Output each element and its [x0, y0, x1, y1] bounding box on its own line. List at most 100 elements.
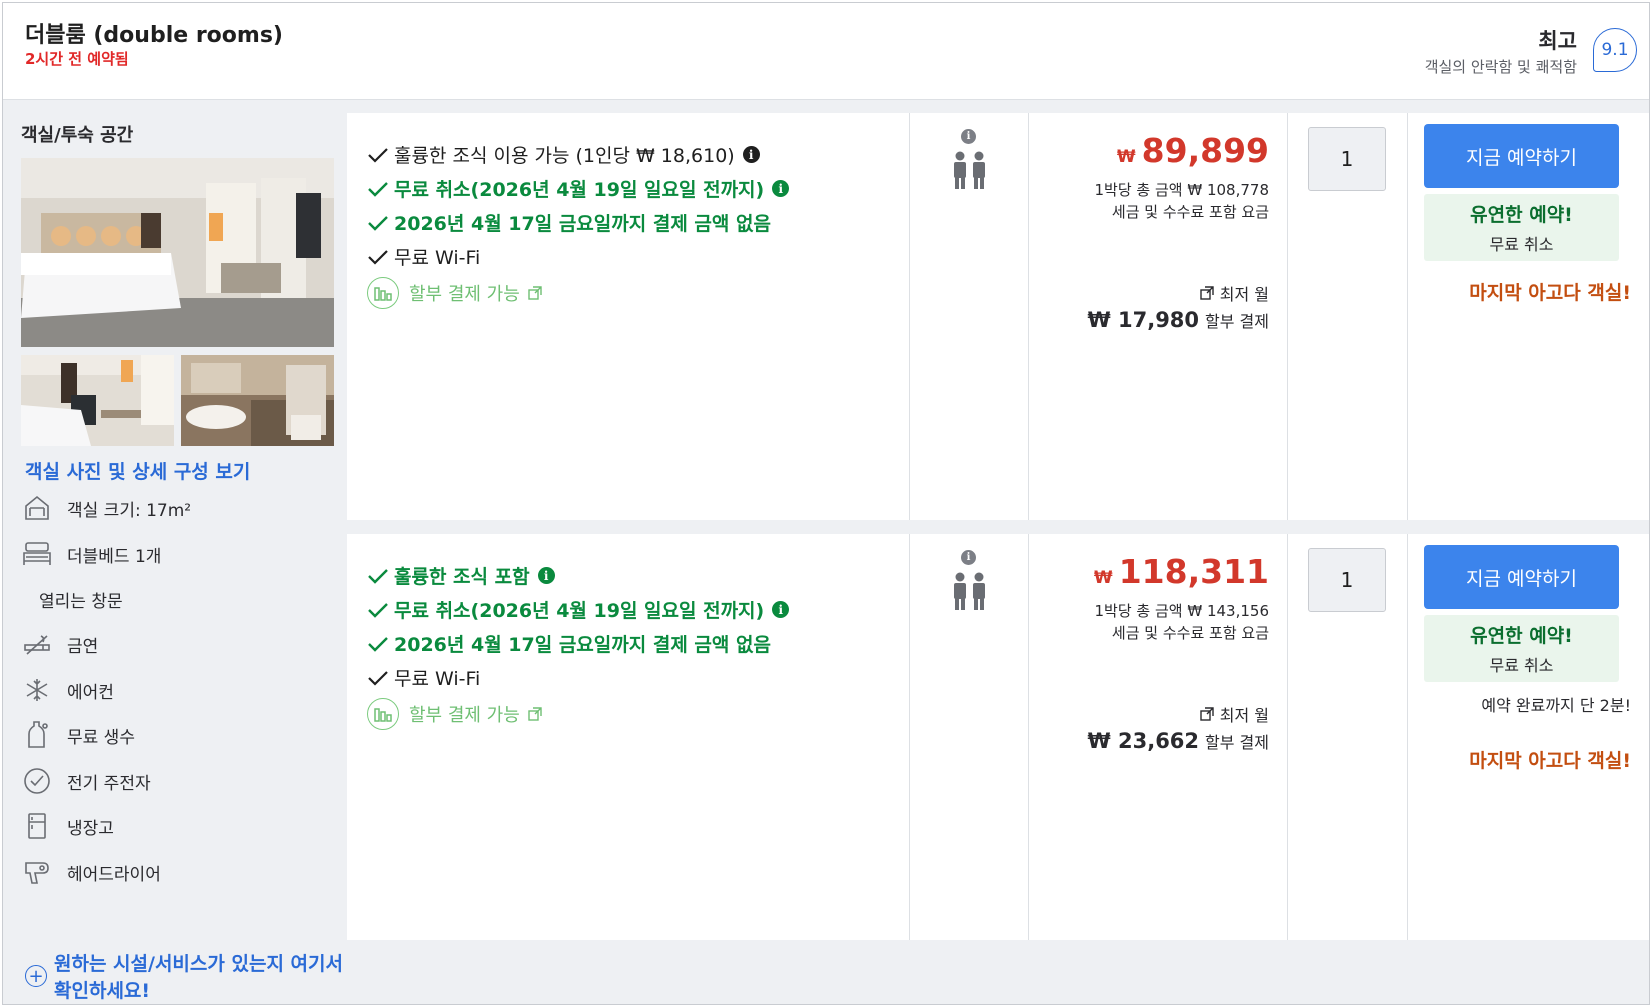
info-icon[interactable]: i — [772, 601, 790, 618]
room-quantity-select[interactable]: 1 — [1308, 127, 1386, 191]
booking-cell: 지금 예약하기 유연한 예약! 무료 취소 마지막 아고다 객실! — [1408, 113, 1649, 520]
feature-pay-later: 2026년 4월 17일 금요일까지 결제 금액 없음 — [367, 630, 771, 657]
price-amount: 89,899 — [1141, 131, 1269, 170]
total-price-line: 1박당 총 금액 ₩ 143,156 — [1094, 602, 1269, 620]
booking-cell: 지금 예약하기 유연한 예약! 무료 취소 예약 완료까지 단 2분! 마지막 … — [1408, 534, 1649, 940]
tax-note: 세금 및 수수료 포함 요금 — [1111, 203, 1269, 221]
check-icon — [368, 602, 388, 618]
feature-breakfast: 훌륭한 조식 이용 가능 (1인당 ₩ 18,610) i — [367, 141, 760, 168]
bed-icon — [21, 539, 53, 569]
feature-wifi: 무료 Wi-Fi — [367, 664, 480, 691]
external-link-icon — [1200, 707, 1214, 721]
external-link-icon — [528, 707, 542, 721]
feature-pay-later: 2026년 4월 17일 금요일까지 결제 금액 없음 — [367, 209, 771, 236]
feature-text: 무료 Wi-Fi — [394, 668, 481, 690]
quantity-cell: 1 — [1288, 534, 1408, 940]
total-price-line: 1박당 총 금액 ₩ 108,778 — [1094, 181, 1269, 199]
amenity-label: 더블베드 1개 — [67, 546, 162, 567]
amenity-label: 객실 크기: 17m² — [67, 500, 192, 521]
offer-row: 훌륭한 조식 이용 가능 (1인당 ₩ 18,610) i 무료 취소(2026… — [347, 113, 1649, 520]
installment-icon — [367, 277, 399, 309]
feature-text: 훌륭한 조식 이용 가능 (1인당 ₩ 18,610) — [394, 145, 735, 167]
room-header: 더블룸 (double rooms) 2시간 전 예약됨 최고 객실의 안락함 … — [3, 3, 1649, 100]
room-title: 더블룸 (double rooms) — [25, 23, 283, 48]
offer-features: 훌륭한 조식 포함 i 무료 취소(2026년 4월 19일 일요일 전까지) … — [347, 534, 910, 940]
amenity-label: 열리는 창문 — [39, 591, 123, 612]
flexible-booking-badge: 유연한 예약! 무료 취소 — [1424, 194, 1619, 261]
kettle-icon — [21, 766, 53, 796]
space-label: 객실/투숙 공간 — [21, 125, 134, 146]
amenity-label: 냉장고 — [67, 818, 114, 839]
feature-free-cancel: 무료 취소(2026년 4월 19일 일요일 전까지) i — [367, 596, 790, 623]
check-amenities-link[interactable]: + 원하는 시설/서비스가 있는지 여기서 확인하세요! — [25, 951, 343, 1004]
info-icon[interactable]: i — [961, 129, 976, 144]
bathroom-photo-thumb[interactable] — [181, 355, 334, 446]
monthly-payment: ₩ 23,662 할부 결제 — [1088, 729, 1269, 753]
monthly-label[interactable]: 최저 월 — [1200, 702, 1269, 726]
no-smoking-icon — [21, 629, 53, 659]
check-icon — [368, 181, 388, 197]
info-icon[interactable]: i — [961, 550, 976, 565]
room-photo-main[interactable] — [21, 158, 334, 347]
fridge-icon — [21, 811, 53, 841]
check-icon — [368, 670, 388, 686]
amenity-fridge: 냉장고 — [21, 809, 341, 843]
feature-text: 무료 취소(2026년 4월 19일 일요일 전까지) — [394, 179, 765, 201]
check-icon — [368, 568, 388, 584]
room-photos-link[interactable]: 객실 사진 및 상세 구성 보기 — [25, 457, 250, 484]
quantity-cell: 1 — [1288, 113, 1408, 520]
feature-free-cancel: 무료 취소(2026년 4월 19일 일요일 전까지) i — [367, 175, 790, 202]
book-now-button[interactable]: 지금 예약하기 — [1424, 124, 1619, 188]
info-icon[interactable]: i — [537, 567, 555, 584]
feature-text: 훌륭한 조식 포함 — [394, 566, 530, 588]
price-cell: ₩ 89,899 1박당 총 금액 ₩ 108,778 세금 및 수수료 포함 … — [1029, 113, 1288, 520]
amenity-aircon: 에어컨 — [21, 673, 341, 707]
review-score-badge[interactable]: 9.1 — [1593, 28, 1637, 72]
monthly-payment: ₩ 17,980 할부 결제 — [1088, 308, 1269, 332]
monthly-amount: ₩ 17,980 — [1087, 308, 1200, 332]
room-quantity-select[interactable]: 1 — [1308, 548, 1386, 612]
monthly-label[interactable]: 최저 월 — [1200, 281, 1269, 305]
price-display: ₩ 89,899 — [1117, 131, 1269, 170]
amenity-window: 열리는 창문 — [39, 582, 359, 616]
feature-text: 2026년 4월 17일 금요일까지 결제 금액 없음 — [394, 634, 771, 656]
amenity-label: 전기 주전자 — [67, 773, 151, 794]
room-size-icon — [21, 493, 53, 523]
amenity-water: 무료 생수 — [21, 718, 341, 752]
offer-features: 훌륭한 조식 이용 가능 (1인당 ₩ 18,610) i 무료 취소(2026… — [347, 113, 910, 520]
book-now-button[interactable]: 지금 예약하기 — [1424, 545, 1619, 609]
installment-label: 할부 결제 가능 — [409, 284, 520, 305]
amenity-label: 무료 생수 — [67, 727, 135, 748]
plus-circle-icon: + — [25, 965, 47, 987]
feature-wifi: 무료 Wi-Fi — [367, 243, 480, 270]
flex-sub: 무료 취소 — [1489, 235, 1554, 254]
check-icon — [368, 249, 388, 265]
check-amenities-label: 원하는 시설/서비스가 있는지 여기서 확인하세요! — [54, 953, 343, 1002]
installment-available[interactable]: 할부 결제 가능 — [367, 698, 542, 730]
info-icon[interactable]: i — [742, 146, 760, 163]
amenity-room-size: 객실 크기: 17m² — [21, 491, 341, 525]
offer-row: 훌륭한 조식 포함 i 무료 취소(2026년 4월 19일 일요일 전까지) … — [347, 534, 1649, 940]
price-amount: 118,311 — [1118, 552, 1269, 591]
room-photo-thumb[interactable] — [21, 355, 174, 446]
flexible-booking-badge: 유연한 예약! 무료 취소 — [1424, 615, 1619, 682]
monthly-label-text: 최저 월 — [1219, 706, 1269, 725]
booking-time-notice: 예약 완료까지 단 2분! — [1481, 696, 1631, 715]
installment-icon — [367, 698, 399, 730]
feature-text: 2026년 4월 17일 금요일까지 결제 금액 없음 — [394, 213, 771, 235]
flex-title: 유연한 예약! — [1470, 204, 1573, 226]
amenity-non-smoking: 금연 — [21, 627, 341, 661]
amenity-bed: 더블베드 1개 — [21, 537, 341, 571]
snowflake-icon — [21, 675, 53, 705]
occupancy-cell: i — [910, 534, 1029, 940]
review-category: 객실의 안락함 및 쾌적함 — [1424, 58, 1577, 76]
flex-title: 유연한 예약! — [1470, 625, 1573, 647]
two-adults-icon — [954, 572, 985, 610]
installment-available[interactable]: 할부 결제 가능 — [367, 277, 542, 309]
last-room-notice: 마지막 아고다 객실! — [1469, 282, 1631, 304]
currency-symbol: ₩ — [1116, 147, 1136, 167]
info-icon[interactable]: i — [772, 180, 790, 197]
review-word: 최고 — [1538, 29, 1577, 53]
room-info-column: 객실/투숙 공간 객실 사진 및 상세 구성 보기 객실 크기: 17m² 더블… — [3, 101, 343, 1004]
amenity-label: 에어컨 — [67, 682, 114, 703]
